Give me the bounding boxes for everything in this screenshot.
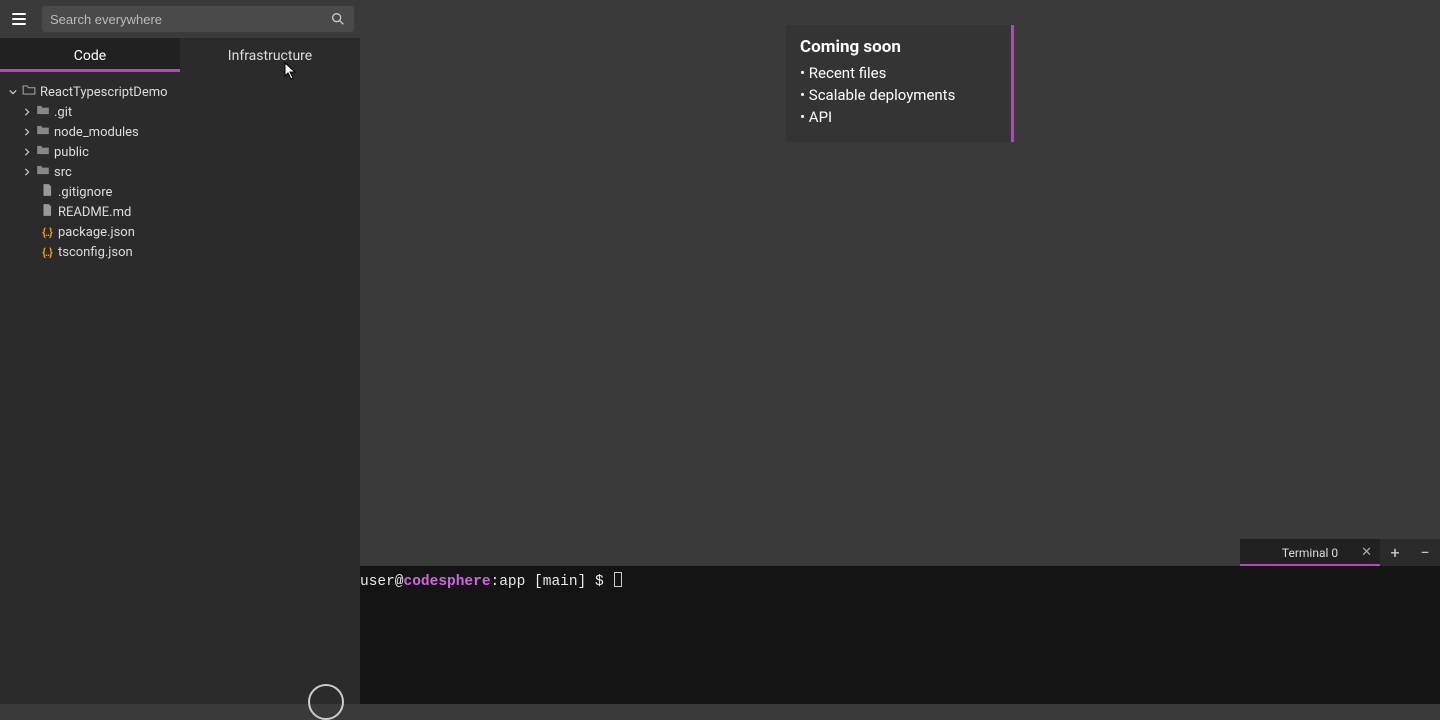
chevron-right-icon [22,168,32,176]
tree-label: ReactTypescriptDemo [40,85,168,100]
folder-icon [36,103,50,121]
tree-label: .git [54,105,72,120]
menu-button[interactable] [0,3,38,35]
tree-label: README.md [58,205,131,220]
terminal-tab-label: Terminal 0 [1282,546,1338,560]
folder-icon [36,143,50,161]
chevron-right-icon [22,128,32,136]
coming-soon-panel: Coming soon Recent files Scalable deploy… [786,25,1014,142]
terminal-host: codesphere [404,574,491,590]
search-icon[interactable] [330,11,346,27]
folder-open-icon [22,83,36,101]
tree-folder[interactable]: node_modules [4,122,360,142]
close-icon[interactable]: ✕ [1361,545,1372,560]
panel-item: Recent files [800,63,997,85]
folder-icon [36,123,50,141]
tab-infrastructure[interactable]: Infrastructure [180,38,360,72]
file-icon [40,183,54,201]
tree-label: node_modules [54,125,139,140]
tree-file[interactable]: .gitignore [4,182,360,202]
tree-label: src [54,165,72,180]
chevron-right-icon [22,108,32,116]
folder-icon [36,163,50,181]
json-icon: {..} [40,246,54,259]
tree-label: public [54,145,89,160]
floating-action-button[interactable] [308,684,344,720]
panel-title: Coming soon [800,37,997,57]
tree-file[interactable]: {..} package.json [4,222,360,242]
file-tree: ReactTypescriptDemo .git node_modules pu… [0,72,360,262]
tree-folder[interactable]: public [4,142,360,162]
tree-root[interactable]: ReactTypescriptDemo [4,82,360,102]
tree-label: package.json [58,225,135,240]
chevron-down-icon [8,88,18,96]
tab-code[interactable]: Code [0,38,180,72]
terminal-tab[interactable]: Terminal 0 ✕ [1240,539,1380,566]
panel-item: API [800,107,997,129]
tree-folder[interactable]: src [4,162,360,182]
minimize-terminal-button[interactable]: − [1410,539,1440,566]
json-icon: {..} [40,226,54,239]
tree-folder[interactable]: .git [4,102,360,122]
panel-item: Scalable deployments [800,85,997,107]
search-input[interactable] [50,12,322,27]
tree-label: tsconfig.json [58,245,133,260]
sidebar: Code Infrastructure ReactTypescriptDemo … [0,38,360,704]
add-terminal-button[interactable]: + [1380,539,1410,566]
file-icon [40,203,54,221]
terminal-user: user@ [360,574,404,590]
tree-label: .gitignore [58,185,112,200]
terminal-panel: Terminal 0 ✕ + − user@codesphere:app [ma… [360,539,1440,704]
terminal-cursor [614,572,622,587]
terminal-body[interactable]: user@codesphere:app [main] $ [360,566,1440,704]
search-field[interactable] [42,6,354,32]
chevron-right-icon [22,148,32,156]
tree-file[interactable]: {..} tsconfig.json [4,242,360,262]
tree-file[interactable]: README.md [4,202,360,222]
terminal-prompt: :app [main] $ [491,574,613,590]
